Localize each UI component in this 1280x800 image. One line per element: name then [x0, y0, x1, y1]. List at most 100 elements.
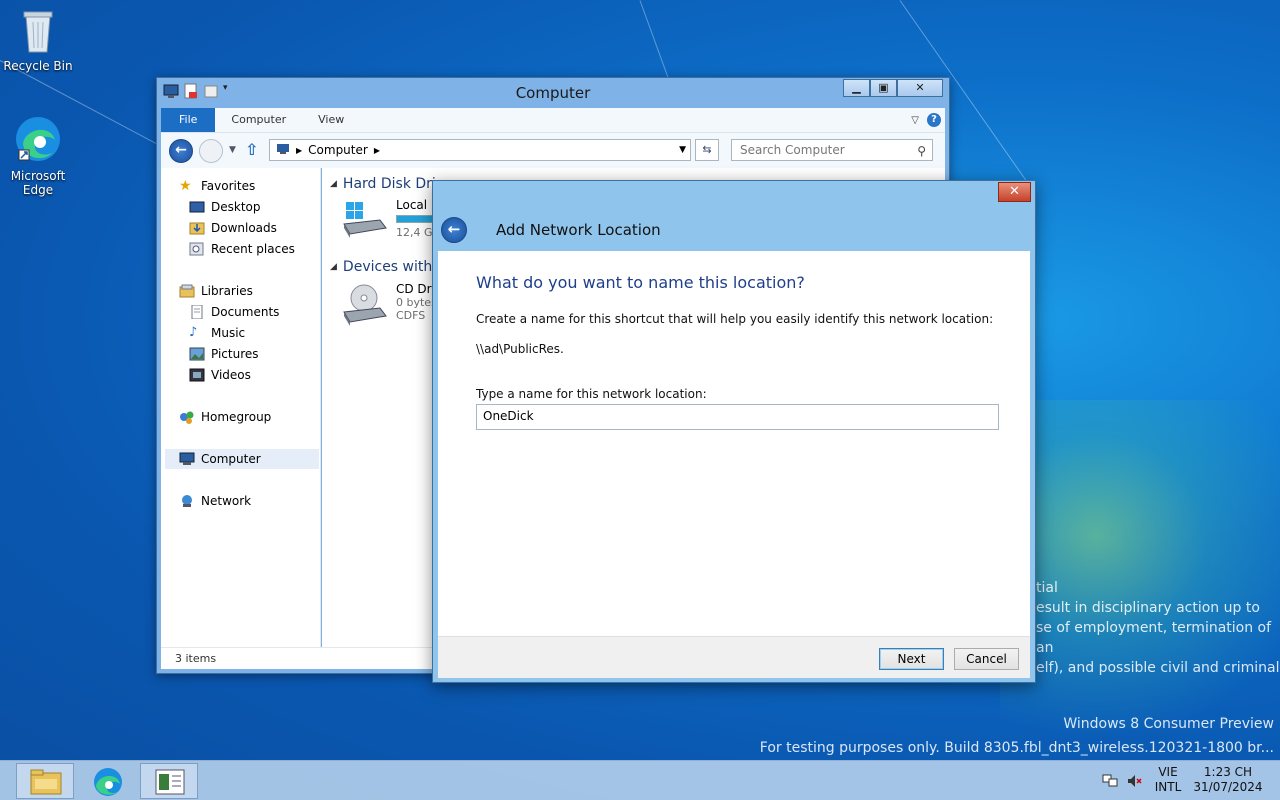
cd-drive-icon	[340, 282, 388, 329]
taskbar-edge[interactable]	[78, 763, 136, 799]
network-path: \\ad\PublicRes.	[476, 342, 564, 356]
confidential-watermark: tial esult in disciplinary action up to …	[1036, 578, 1280, 678]
maximize-button[interactable]: ▣	[870, 79, 897, 97]
next-button[interactable]: Next	[879, 648, 944, 670]
nav-computer[interactable]: Computer	[165, 449, 319, 469]
network-icon	[179, 494, 195, 508]
computer-icon	[179, 452, 195, 466]
nav-homegroup[interactable]: Homegroup	[179, 407, 271, 427]
watermark-line: elf), and possible civil and criminal	[1036, 660, 1280, 676]
nav-music[interactable]: ♪ Music	[189, 323, 245, 343]
search-placeholder: Search Computer	[740, 143, 845, 157]
help-icon[interactable]: ?	[927, 113, 941, 127]
pictures-icon	[189, 347, 205, 361]
dialog-body: What do you want to name this location? …	[438, 251, 1030, 636]
search-icon[interactable]: ⚲	[917, 141, 926, 161]
explorer-titlebar[interactable]: ▾ Computer ▁ ▣ ✕	[157, 78, 949, 108]
nav-downloads[interactable]: Downloads	[189, 218, 277, 238]
nav-label: Recent places	[211, 242, 295, 256]
cancel-button[interactable]: Cancel	[954, 648, 1019, 670]
nav-videos[interactable]: Videos	[189, 365, 251, 385]
collapse-icon[interactable]: ◢	[330, 262, 337, 272]
recent-locations-icon[interactable]: ▼	[229, 145, 236, 155]
nav-pictures[interactable]: Pictures	[189, 344, 259, 364]
nav-recent-places[interactable]: Recent places	[189, 239, 295, 259]
dialog-close-button[interactable]: ✕	[998, 182, 1031, 202]
address-dropdown-icon[interactable]: ▼	[679, 145, 690, 155]
breadcrumb-separator-icon[interactable]: ▶	[296, 146, 302, 155]
star-icon: ★	[179, 178, 192, 194]
nav-label: Computer	[201, 452, 261, 466]
clock-time: 1:23 CH	[1203, 765, 1253, 779]
desktop-icon-recycle-bin[interactable]: Recycle Bin	[0, 6, 76, 73]
dialog-back-button[interactable]: ←	[441, 217, 467, 243]
keyboard-layout: INTL	[1154, 780, 1182, 794]
nav-favorites[interactable]: ★ Favorites	[179, 176, 255, 196]
watermark-line: esult in disciplinary action up to	[1036, 600, 1260, 616]
clock[interactable]: 1:23 CH 31/07/2024	[1190, 765, 1266, 795]
music-icon: ♪	[189, 325, 198, 340]
nav-desktop[interactable]: Desktop	[189, 197, 261, 217]
nav-documents[interactable]: Documents	[189, 302, 279, 322]
volume-muted-icon[interactable]	[1126, 773, 1142, 792]
folder-icon	[30, 769, 62, 798]
group-label: Devices with r	[342, 259, 443, 275]
dialog-instruction: Create a name for this shortcut that wil…	[476, 312, 994, 326]
ribbon-tabs: File Computer View ▽ ?	[161, 108, 945, 132]
up-icon[interactable]: ⇧	[245, 140, 258, 159]
dialog-header: ← Add Network Location	[438, 211, 1030, 251]
taskbar-control-panel[interactable]	[140, 763, 198, 799]
minimize-button[interactable]: ▁	[843, 79, 870, 97]
desktop-icon-label: Microsoft Edge	[10, 169, 66, 197]
refresh-button[interactable]: ⇆	[695, 139, 719, 161]
edge-icon	[92, 766, 124, 800]
watermark-line: se of employment, termination of an	[1036, 620, 1272, 656]
input-language[interactable]: VIE INTL	[1150, 765, 1186, 795]
window-title: Computer	[515, 84, 591, 102]
group-hard-disk-drives[interactable]: ◢ Hard Disk Dri	[330, 176, 442, 192]
nav-label: Pictures	[211, 347, 259, 361]
close-button[interactable]: ✕	[897, 79, 943, 97]
navigation-pane: ★ Favorites Desktop Downloads Recent pla…	[161, 168, 321, 647]
nav-label: Music	[211, 326, 246, 340]
ribbon-right: ▽ ?	[911, 113, 945, 127]
taskbar: VIE INTL 1:23 CH 31/07/2024	[0, 760, 1280, 800]
taskbar-explorer[interactable]	[16, 763, 74, 799]
location-name-input[interactable]: OneDick	[476, 404, 999, 430]
group-devices[interactable]: ◢ Devices with r	[330, 259, 448, 275]
address-field[interactable]: ▶ Computer ▶ ▼	[269, 139, 691, 161]
desktop-icon-edge[interactable]: Microsoft Edge	[0, 114, 76, 197]
recycle-bin-icon	[0, 6, 76, 57]
nav-label: Homegroup	[201, 410, 272, 424]
edge-icon	[0, 114, 76, 167]
name-field-label: Type a name for this network location:	[476, 387, 707, 401]
nav-network[interactable]: Network	[179, 491, 251, 511]
edition-watermark: Windows 8 Consumer Preview	[1063, 716, 1274, 732]
breadcrumb-computer[interactable]: Computer	[308, 143, 368, 157]
address-bar-row: ← ▼ ⇧ ▶ Computer ▶ ▼ ⇆ Search Computer ⚲	[161, 132, 945, 168]
expand-ribbon-icon[interactable]: ▽	[911, 115, 919, 126]
add-network-location-dialog: ✕ ← Add Network Location What do you wan…	[432, 180, 1036, 683]
nav-label: Downloads	[211, 221, 277, 235]
nav-label: Videos	[211, 368, 251, 382]
nav-libraries[interactable]: Libraries	[179, 281, 253, 301]
item-count: 3 items	[175, 652, 217, 665]
nav-label: Libraries	[201, 284, 253, 298]
dialog-footer: Next Cancel	[438, 636, 1030, 678]
search-input[interactable]: Search Computer ⚲	[731, 139, 933, 161]
back-button[interactable]: ←	[169, 139, 193, 163]
collapse-icon[interactable]: ◢	[330, 179, 337, 189]
tab-computer[interactable]: Computer	[215, 108, 302, 132]
tab-file[interactable]: File	[161, 108, 216, 132]
videos-icon	[189, 368, 205, 382]
recent-places-icon	[189, 242, 205, 256]
documents-icon	[189, 304, 205, 320]
drive-cd[interactable]: CD Driv 0 bytes CDFS	[340, 282, 442, 329]
tab-view[interactable]: View	[302, 108, 360, 132]
dialog-title: Add Network Location	[496, 221, 661, 239]
breadcrumb-separator-icon[interactable]: ▶	[374, 146, 380, 155]
clock-date: 31/07/2024	[1193, 780, 1263, 794]
forward-button[interactable]	[199, 139, 223, 163]
network-tray-icon[interactable]	[1102, 773, 1118, 792]
watermark-line: tial	[1036, 580, 1058, 596]
